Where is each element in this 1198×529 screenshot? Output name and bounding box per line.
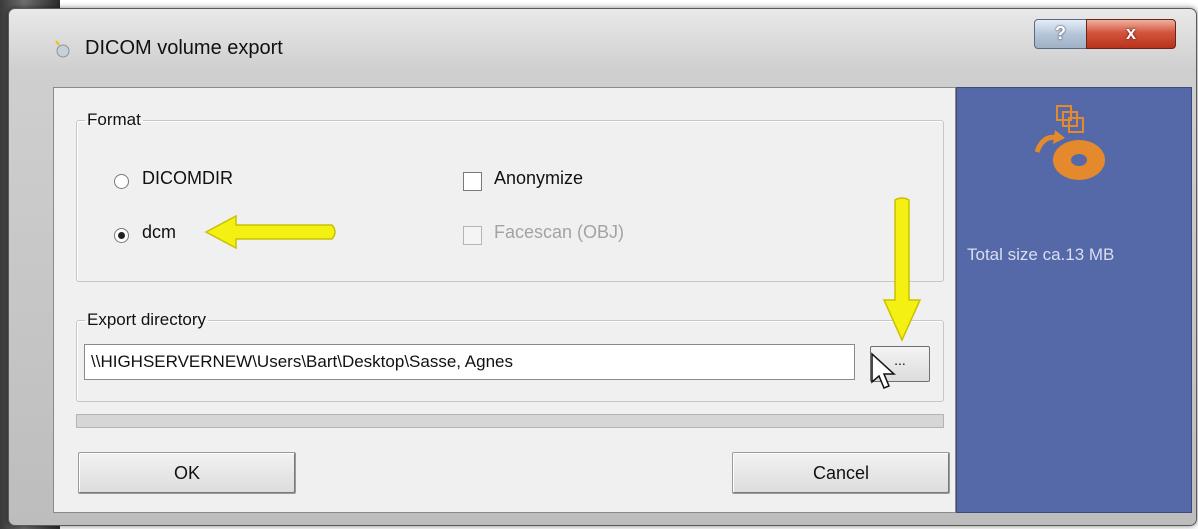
radio-dcm[interactable] [114, 228, 129, 243]
app-icon [55, 40, 70, 58]
ok-button[interactable]: OK [78, 452, 296, 494]
radio-dcm-label[interactable]: dcm [142, 222, 176, 243]
facescan-label[interactable]: Facescan (OBJ) [494, 222, 624, 243]
dialog-client-area: Format DICOMDIR dcm Anonymize Facescan (… [53, 87, 956, 513]
help-button[interactable]: ? [1034, 19, 1087, 49]
anonymize-label[interactable]: Anonymize [494, 168, 583, 189]
total-size-label: Total size ca.13 MB [967, 245, 1115, 264]
format-group: Format [76, 110, 944, 282]
side-panel: Total size ca.13 MB [956, 87, 1192, 513]
export-directory-input[interactable] [84, 344, 855, 380]
mouse-cursor-icon [871, 352, 896, 389]
title-bar[interactable]: DICOM volume export ? x [9, 9, 1196, 87]
close-button[interactable]: x [1086, 19, 1176, 49]
anonymize-checkbox[interactable] [463, 172, 482, 191]
dialog-window: DICOM volume export ? x Format DICOMDIR … [8, 8, 1197, 526]
annotation-arrow-down [882, 197, 922, 342]
annotation-arrow-left [204, 214, 336, 250]
window-title: DICOM volume export [85, 37, 283, 59]
facescan-checkbox[interactable] [463, 226, 482, 245]
radio-dicomdir[interactable] [114, 174, 129, 189]
cancel-button[interactable]: Cancel [732, 452, 950, 494]
export-progress-bar [76, 414, 944, 428]
export-legend: Export directory [87, 310, 207, 329]
format-legend: Format [87, 110, 141, 129]
disc-export-icon [1034, 105, 1105, 180]
radio-dicomdir-label[interactable]: DICOMDIR [142, 168, 233, 189]
